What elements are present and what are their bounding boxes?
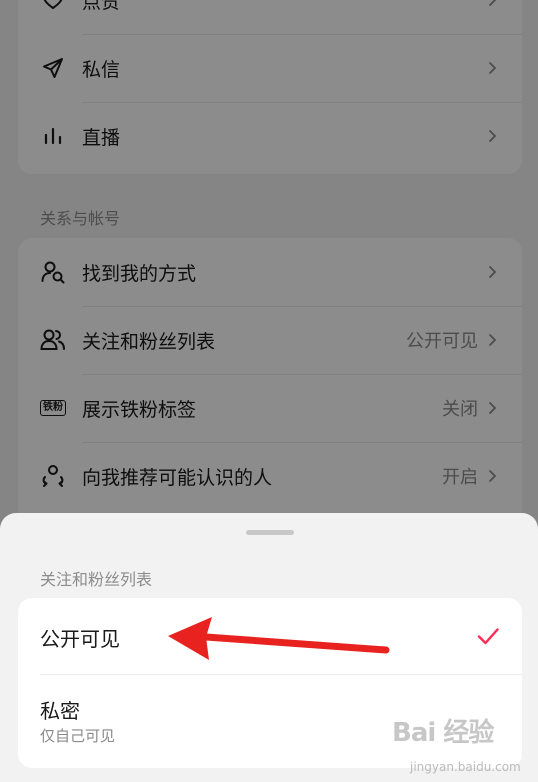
option-label: 公开可见 <box>40 627 120 651</box>
option-sublabel: 仅自己可见 <box>40 727 116 745</box>
option-public[interactable]: 公开可见 <box>18 598 522 674</box>
checkmark-icon <box>477 628 499 645</box>
sheet-title: 关注和粉丝列表 <box>40 570 153 589</box>
sheet-drag-handle[interactable] <box>246 530 294 535</box>
option-label: 私密 <box>40 699 80 723</box>
watermark-logo: Bai 经验 <box>392 718 494 748</box>
watermark-url: jingyan.baidu.com <box>410 760 521 774</box>
